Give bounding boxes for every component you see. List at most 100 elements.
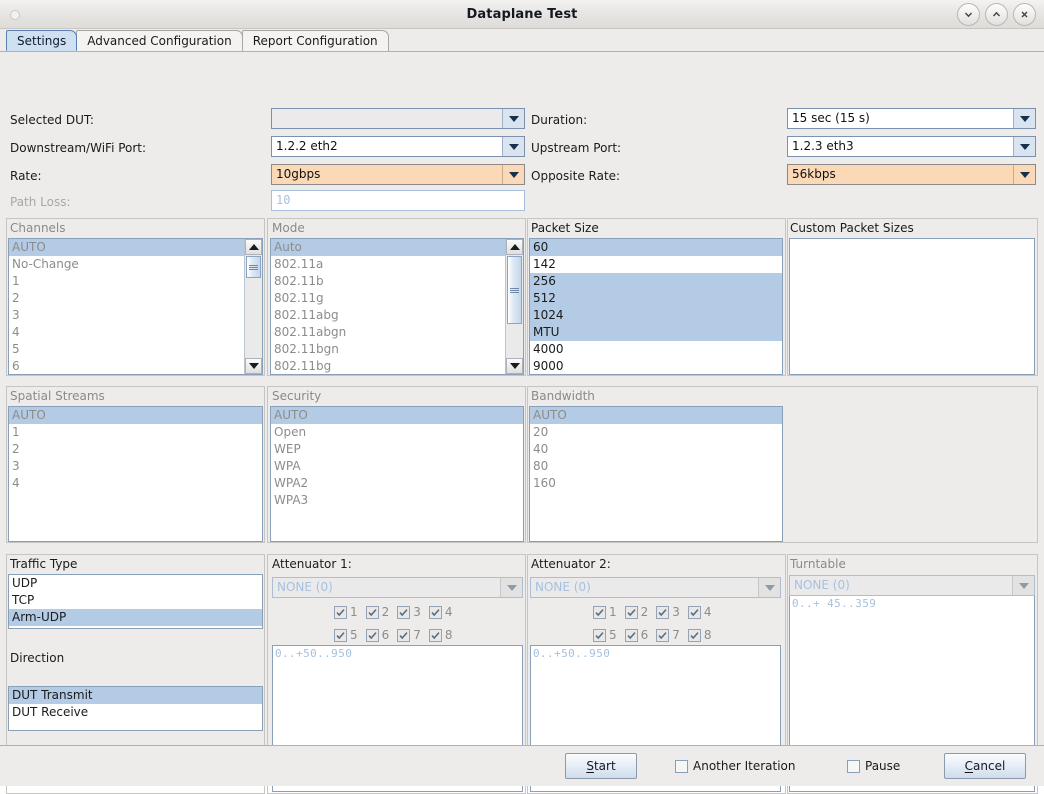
list-item[interactable]: 802.11g — [271, 290, 505, 307]
list-item[interactable]: TCP — [9, 592, 262, 609]
list-item[interactable]: 60 — [530, 239, 782, 256]
list-item[interactable]: No-Change — [9, 256, 244, 273]
list-item[interactable]: Open — [271, 424, 523, 441]
list-item[interactable]: 160 — [530, 475, 782, 492]
list-item[interactable]: 3 — [9, 307, 244, 324]
list-item[interactable]: AUTO — [530, 407, 782, 424]
attenuator1-checkbox-4[interactable]: 4 — [428, 605, 453, 619]
list-item[interactable]: 1 — [9, 424, 262, 441]
chevron-down-icon[interactable] — [502, 165, 524, 184]
chevron-down-icon[interactable] — [1013, 165, 1035, 184]
list-item[interactable]: 142 — [530, 256, 782, 273]
attenuator2-checkbox-1[interactable]: 1 — [593, 605, 617, 619]
list-item[interactable]: 1 — [9, 273, 244, 290]
list-item[interactable]: 2 — [9, 441, 262, 458]
chevron-down-icon[interactable] — [502, 137, 524, 156]
list-item[interactable]: 802.11abg — [271, 307, 505, 324]
another-iteration-checkbox[interactable]: Another Iteration — [675, 759, 796, 773]
attenuator2-checkbox-2[interactable]: 2 — [624, 605, 648, 619]
attenuator2-checkbox-3[interactable]: 3 — [656, 605, 680, 619]
scroll-up-icon[interactable] — [506, 239, 523, 255]
list-item[interactable]: 802.11abgn — [271, 324, 505, 341]
list-item[interactable]: WPA2 — [271, 475, 523, 492]
list-item[interactable]: 1024 — [530, 307, 782, 324]
opposite-rate-combo[interactable]: 56kbps — [787, 164, 1036, 185]
bandwidth-listbox[interactable]: AUTO 20 40 80 160 — [529, 406, 783, 542]
list-item[interactable]: 512 — [530, 290, 782, 307]
attenuator1-checkbox-3[interactable]: 3 — [397, 605, 421, 619]
list-item[interactable]: 6 — [9, 358, 244, 374]
list-item[interactable]: 802.11b — [271, 273, 505, 290]
turntable-combo[interactable]: NONE (0) — [789, 575, 1035, 596]
packet-size-listbox[interactable]: 60 142 256 512 1024 MTU 4000 9000 — [529, 238, 783, 375]
chevron-down-icon[interactable] — [758, 578, 780, 597]
attenuator1-checkbox-7[interactable]: 7 — [397, 628, 421, 642]
rate-combo[interactable]: 10gbps — [271, 164, 525, 185]
list-item[interactable]: 256 — [530, 273, 782, 290]
attenuator1-checkbox-2[interactable]: 2 — [365, 605, 389, 619]
channels-listbox[interactable]: AUTO No-Change 1 2 3 4 5 6 — [8, 238, 263, 375]
chevron-down-icon[interactable] — [1012, 576, 1034, 595]
attenuator1-checkbox-6[interactable]: 6 — [365, 628, 389, 642]
downstream-port-combo[interactable]: 1.2.2 eth2 — [271, 136, 525, 157]
list-item[interactable]: DUT Transmit — [9, 687, 262, 704]
spatial-streams-listbox[interactable]: AUTO 1 2 3 4 — [8, 406, 263, 542]
list-item[interactable]: Auto — [271, 239, 505, 256]
list-item[interactable]: AUTO — [9, 407, 262, 424]
attenuator1-checkbox-8[interactable]: 8 — [428, 628, 453, 642]
list-item[interactable]: 4000 — [530, 341, 782, 358]
list-item[interactable]: 4 — [9, 324, 244, 341]
list-item[interactable]: AUTO — [271, 407, 523, 424]
list-item[interactable]: Arm-UDP — [9, 609, 262, 626]
list-item[interactable]: 80 — [530, 458, 782, 475]
chevron-down-icon[interactable] — [1013, 109, 1035, 128]
list-item[interactable]: 4 — [9, 475, 262, 492]
list-item[interactable]: 802.11a — [271, 256, 505, 273]
mode-scrollbar[interactable] — [505, 239, 523, 374]
list-item[interactable]: 40 — [530, 441, 782, 458]
list-item[interactable]: WEP — [271, 441, 523, 458]
path-loss-field[interactable]: 10 — [271, 190, 525, 211]
attenuator2-checkbox-4[interactable]: 4 — [687, 605, 712, 619]
list-item[interactable]: 3 — [9, 458, 262, 475]
list-item[interactable]: 2 — [9, 290, 244, 307]
selected-dut-combo[interactable] — [271, 108, 525, 129]
scroll-up-icon[interactable] — [245, 239, 262, 255]
list-item[interactable]: DUT Receive — [9, 704, 262, 721]
list-item[interactable]: MTU — [530, 324, 782, 341]
chevron-down-icon[interactable] — [502, 109, 524, 128]
tab-advanced-configuration[interactable]: Advanced Configuration — [76, 30, 243, 51]
list-item[interactable]: 20 — [530, 424, 782, 441]
attenuator2-checkbox-5[interactable]: 5 — [593, 628, 617, 642]
scroll-down-icon[interactable] — [245, 358, 262, 374]
pause-checkbox[interactable]: Pause — [847, 759, 900, 773]
duration-combo[interactable]: 15 sec (15 s) — [787, 108, 1036, 129]
attenuator2-combo[interactable]: NONE (0) — [530, 577, 781, 598]
attenuator1-checkbox-1[interactable]: 1 — [334, 605, 358, 619]
scroll-thumb[interactable] — [246, 256, 261, 278]
list-item[interactable]: UDP — [9, 575, 262, 592]
mode-listbox[interactable]: Auto 802.11a 802.11b 802.11g 802.11abg 8… — [270, 238, 524, 375]
list-item[interactable]: WPA3 — [271, 492, 523, 509]
channels-scrollbar[interactable] — [244, 239, 262, 374]
tab-report-configuration[interactable]: Report Configuration — [241, 30, 389, 51]
direction-listbox[interactable]: DUT Transmit DUT Receive — [8, 686, 263, 731]
attenuator2-checkbox-8[interactable]: 8 — [687, 628, 712, 642]
chevron-down-icon[interactable] — [500, 578, 522, 597]
list-item[interactable]: 802.11bgn — [271, 341, 505, 358]
traffic-type-listbox[interactable]: UDP TCP Arm-UDP — [8, 574, 263, 629]
upstream-port-combo[interactable]: 1.2.3 eth3 — [787, 136, 1036, 157]
security-listbox[interactable]: AUTO Open WEP WPA WPA2 WPA3 — [270, 406, 524, 542]
maximize-button[interactable] — [985, 3, 1008, 26]
attenuator1-combo[interactable]: NONE (0) — [272, 577, 523, 598]
scroll-thumb[interactable] — [507, 256, 522, 324]
list-item[interactable]: 9000 — [530, 358, 782, 374]
list-item[interactable]: 802.11bg — [271, 358, 505, 374]
window-menu-icon[interactable] — [10, 10, 20, 20]
attenuator2-checkbox-7[interactable]: 7 — [656, 628, 680, 642]
cancel-button[interactable]: Cancel — [944, 753, 1026, 779]
list-item[interactable]: 5 — [9, 341, 244, 358]
tab-settings[interactable]: Settings — [6, 30, 78, 51]
close-button[interactable] — [1013, 3, 1036, 26]
minimize-button[interactable] — [957, 3, 980, 26]
